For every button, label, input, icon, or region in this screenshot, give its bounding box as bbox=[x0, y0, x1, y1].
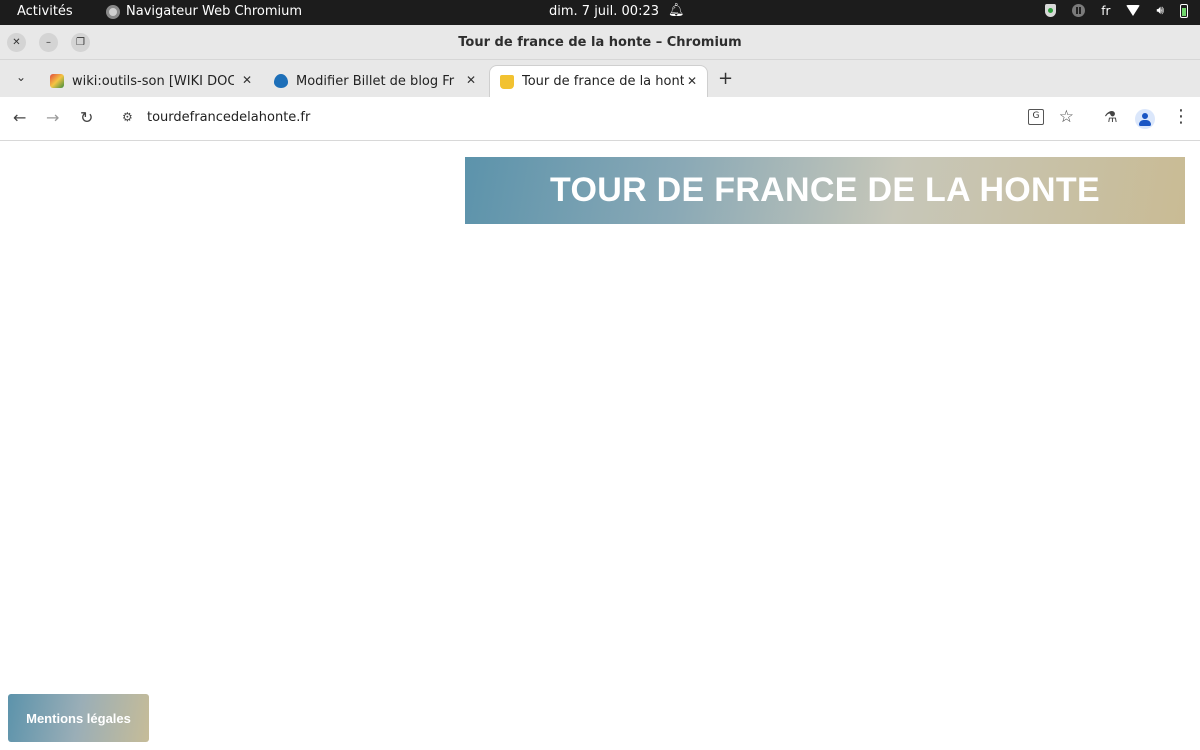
battery-icon bbox=[1180, 3, 1188, 18]
translate-icon[interactable]: G bbox=[1028, 109, 1044, 125]
forward-arrow-icon[interactable]: → bbox=[46, 108, 59, 127]
close-tab-icon[interactable]: ✕ bbox=[466, 73, 476, 87]
bookmark-star-icon[interactable]: ☆ bbox=[1059, 107, 1074, 127]
back-arrow-icon[interactable]: ← bbox=[13, 108, 26, 127]
browser-menu-kebab-icon[interactable]: ⋮ bbox=[1172, 106, 1190, 127]
tab-title: wiki:outils-son [WIKI DOC bbox=[72, 73, 234, 89]
chromium-icon bbox=[106, 4, 120, 19]
clock[interactable]: dim. 7 juil. 00:23 bbox=[549, 4, 659, 19]
wifi-icon bbox=[1126, 5, 1141, 16]
security-shield-icon[interactable] bbox=[1045, 4, 1057, 17]
drupal-drop-icon bbox=[274, 74, 288, 88]
tab-strip: ⌄ wiki:outils-son [WIKI DOC ✕ Modifier B… bbox=[0, 60, 1200, 97]
tab-title: Tour de france de la honte bbox=[522, 74, 684, 89]
volume-icon: 🔊︎ bbox=[1156, 3, 1164, 17]
close-tab-icon[interactable]: ✕ bbox=[242, 73, 252, 87]
address-bar[interactable]: ⚙ tourdefrancedelahonte.fr G ☆ bbox=[112, 103, 1088, 134]
browser-toolbar: ← → ↻ ⚙ tourdefrancedelahonte.fr G ☆ ⚗ bbox=[0, 97, 1200, 141]
activities-button[interactable]: Activités bbox=[17, 4, 73, 19]
site-header-banner: TOUR DE FRANCE DE LA HONTE bbox=[465, 157, 1185, 224]
site-title: TOUR DE FRANCE DE LA HONTE bbox=[550, 171, 1100, 209]
site-info-tune-icon[interactable]: ⚙ bbox=[122, 110, 133, 124]
app-name: Navigateur Web Chromium bbox=[126, 4, 303, 19]
tab-tour-de-france[interactable]: Tour de france de la honte ✕ bbox=[489, 65, 708, 97]
site-crown-icon bbox=[500, 74, 514, 89]
keyboard-layout-indicator[interactable]: fr bbox=[1101, 4, 1110, 18]
app-menu[interactable]: Navigateur Web Chromium bbox=[106, 4, 302, 19]
close-tab-icon[interactable]: ✕ bbox=[687, 74, 697, 88]
notification-bell-icon[interactable]: 🔔︎ bbox=[668, 3, 685, 18]
tab-search-chevron-down-icon[interactable]: ⌄ bbox=[16, 70, 26, 84]
wiki-pencil-icon bbox=[50, 74, 64, 88]
reload-icon[interactable]: ↻ bbox=[80, 108, 93, 127]
new-tab-plus-icon[interactable]: + bbox=[718, 68, 733, 89]
labs-flask-icon[interactable]: ⚗ bbox=[1104, 108, 1117, 126]
url-text[interactable]: tourdefrancedelahonte.fr bbox=[147, 110, 310, 125]
tab-wiki[interactable]: wiki:outils-son [WIKI DOC ✕ bbox=[40, 65, 262, 97]
window-title: Tour de france de la honte – Chromium bbox=[458, 35, 742, 50]
tab-title: Modifier Billet de blog Fr bbox=[296, 73, 455, 89]
pause-icon[interactable] bbox=[1072, 4, 1086, 17]
profile-avatar-icon[interactable] bbox=[1135, 109, 1155, 129]
page-content: TOUR DE FRANCE DE LA HONTE Mentions léga… bbox=[0, 142, 1200, 750]
system-tray[interactable]: fr 🔊︎ bbox=[1045, 3, 1188, 18]
system-top-bar: Activités Navigateur Web Chromium dim. 7… bbox=[0, 0, 1200, 25]
tab-modifier-billet[interactable]: Modifier Billet de blog Fr ✕ bbox=[264, 65, 486, 97]
window-titlebar: ✕ – ❐ Tour de france de la honte – Chrom… bbox=[0, 25, 1200, 60]
legal-notice-button[interactable]: Mentions légales bbox=[8, 694, 149, 742]
